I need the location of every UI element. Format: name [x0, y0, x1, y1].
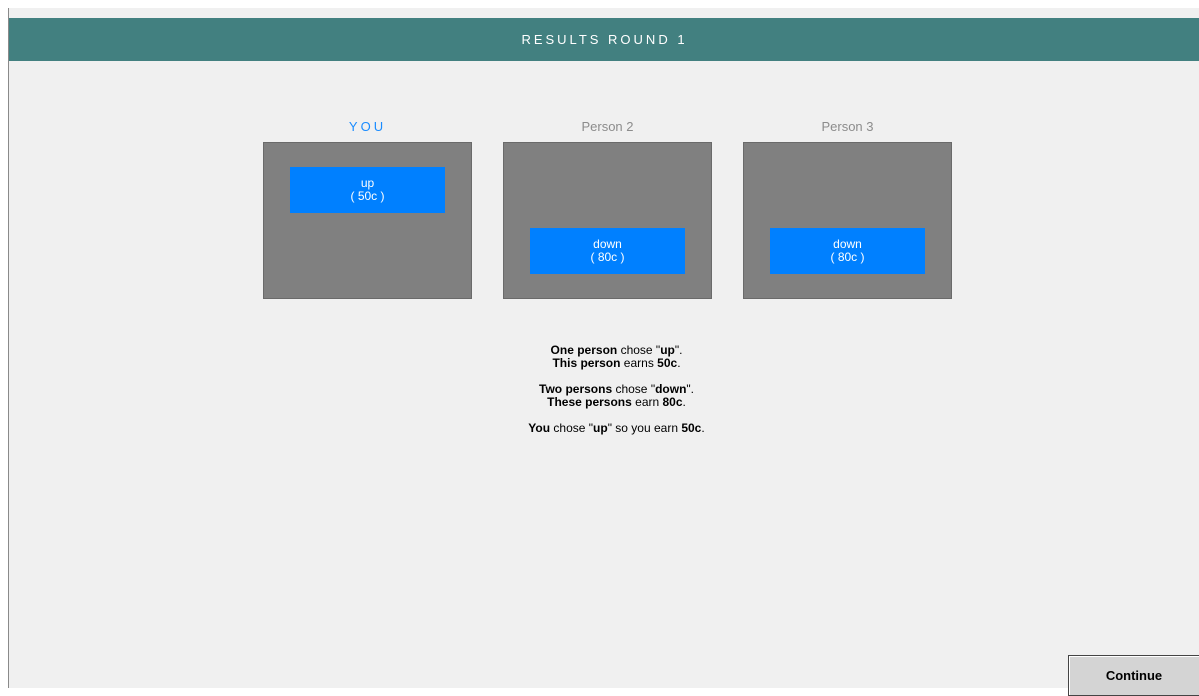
choice-amount: ( 50c ) [350, 189, 385, 203]
page-title: RESULTS ROUND 1 [9, 18, 1199, 61]
results-frame: RESULTS ROUND 1 YOU up ( 50c ) Person 2 … [8, 8, 1199, 696]
choice-amount: ( 80c ) [830, 250, 865, 264]
choice-box-down: down ( 80c ) [530, 228, 685, 274]
player-panel-person-2: down ( 80c ) [503, 142, 712, 299]
player-label-person-2: Person 2 [581, 119, 634, 134]
summary-line: Two persons chose "down". [539, 382, 694, 396]
summary-group-up: One person chose "up". This person earns… [9, 344, 1199, 370]
results-summary: One person chose "up". This person earns… [9, 344, 1199, 448]
summary-line: These persons earn 80c. [547, 395, 686, 409]
player-label-person-3: Person 3 [821, 119, 874, 134]
choice-box-down: down ( 80c ) [770, 228, 925, 274]
summary-line: One person chose "up". [550, 343, 683, 357]
summary-line: This person earns 50c. [552, 356, 681, 370]
player-label-you: YOU [348, 119, 387, 134]
summary-group-down: Two persons chose "down". These persons … [9, 383, 1199, 409]
player-panel-you: up ( 50c ) [263, 142, 472, 299]
summary-line: You chose "up" so you earn 50c. [528, 421, 705, 435]
summary-group-you: You chose "up" so you earn 50c. [9, 422, 1199, 435]
choice-box-up: up ( 50c ) [290, 167, 445, 213]
choice-amount: ( 80c ) [590, 250, 625, 264]
continue-button[interactable]: Continue [1068, 655, 1199, 696]
player-panel-person-3: down ( 80c ) [743, 142, 952, 299]
